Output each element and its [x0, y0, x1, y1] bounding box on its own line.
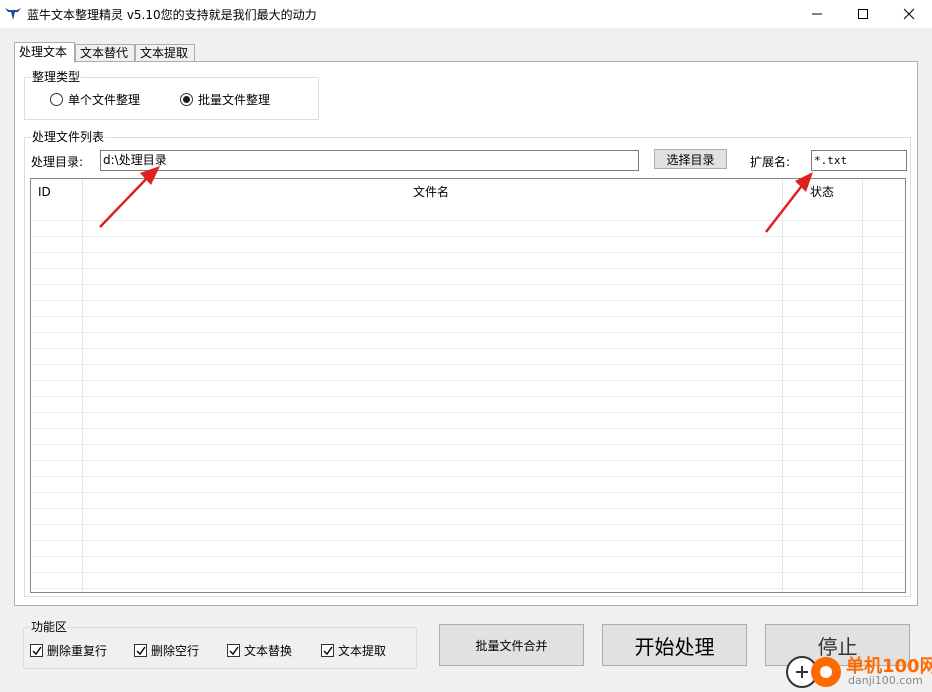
checkbox-checked [227, 644, 240, 657]
checkbox-checked [30, 644, 43, 657]
annotation-arrows [99, 166, 813, 233]
start-button[interactable]: 开始处理 [602, 624, 747, 666]
check-text-extract-label: 文本提取 [338, 644, 387, 658]
checkmark-icon [32, 646, 42, 655]
watermark-icon [786, 656, 841, 688]
checkmark-icon [323, 646, 333, 655]
tab-process-text[interactable]: 处理文本 [14, 42, 75, 63]
check-remove-duplicate[interactable]: 删除重复行 [30, 642, 107, 659]
check-text-replace[interactable]: 文本替换 [227, 642, 292, 659]
checkbox-checked [134, 644, 147, 657]
check-text-extract[interactable]: 文本提取 [321, 642, 386, 659]
checkmark-icon [229, 646, 239, 655]
watermark-logo: 单机100网 danji100.com [784, 650, 932, 692]
watermark-url: danji100.com [848, 674, 923, 687]
merge-files-button[interactable]: 批量文件合并 [439, 624, 584, 666]
function-group: 功能区 删除重复行 删除空行 文本替换 文本提取 [23, 620, 417, 669]
function-group-legend: 功能区 [30, 620, 69, 634]
check-text-replace-label: 文本替换 [244, 644, 293, 658]
arrow-icon [765, 172, 813, 233]
checkbox-checked [321, 644, 334, 657]
check-remove-empty-label: 删除空行 [151, 644, 200, 658]
check-remove-empty[interactable]: 删除空行 [134, 642, 199, 659]
checkmark-icon [136, 646, 146, 655]
arrow-icon [99, 166, 160, 228]
check-remove-duplicate-label: 删除重复行 [47, 644, 108, 658]
